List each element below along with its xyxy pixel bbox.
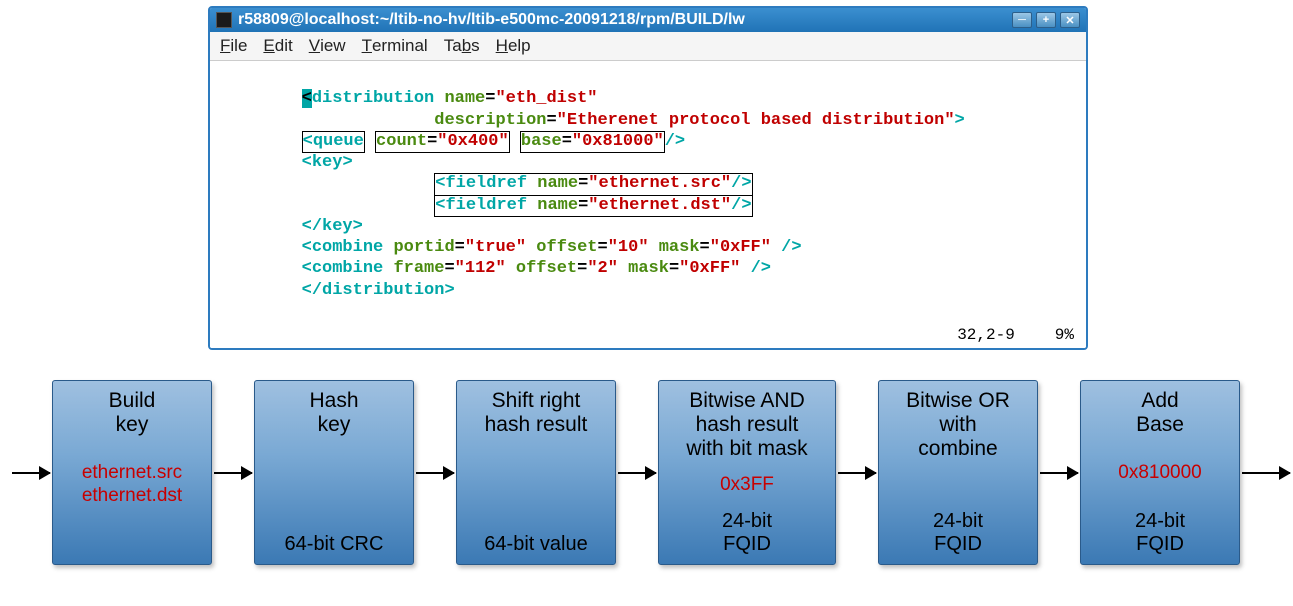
box-red: 0x810000 — [1087, 462, 1233, 485]
box-head: with — [885, 413, 1031, 437]
menu-view[interactable]: View — [309, 36, 346, 56]
box-head: with bit mask — [665, 437, 829, 461]
flow-diagram: Build key ethernet.src ethernet.dst Hash… — [10, 380, 1293, 565]
box-foot — [59, 533, 205, 556]
flow-box-bitwise-or: Bitwise OR with combine 24-bit FQID — [878, 380, 1038, 565]
arrow-in — [12, 472, 50, 474]
box-head: key — [59, 413, 205, 437]
box-head: Add — [1087, 389, 1233, 413]
minimize-button[interactable]: ─ — [1012, 12, 1032, 28]
flow-box-hash-key: Hash key 64-bit CRC — [254, 380, 414, 565]
arrow-icon — [416, 472, 454, 474]
box-head: key — [261, 413, 407, 437]
code-area[interactable]: <distribution name="eth_dist" descriptio… — [210, 61, 1086, 324]
code-line-2: description="Etherenet protocol based di… — [220, 111, 965, 130]
menu-file[interactable]: File — [220, 36, 247, 56]
code-line-3: <queue count="0x400" base="0x81000"/> — [220, 132, 685, 151]
menu-bar: File Edit View Terminal Tabs Help — [210, 32, 1086, 61]
code-line-9: <combine frame="112" offset="2" mask="0x… — [220, 259, 771, 278]
box-head: Bitwise AND — [665, 389, 829, 413]
window-title: r58809@localhost:~/ltib-no-hv/ltib-e500m… — [238, 11, 745, 29]
box-foot: 64-bit CRC — [261, 533, 407, 556]
arrow-icon — [1040, 472, 1078, 474]
close-button[interactable]: ✕ — [1060, 12, 1080, 28]
code-line-7: </key> — [220, 217, 363, 236]
box-head: Hash — [261, 389, 407, 413]
box-foot: FQID — [1087, 533, 1233, 556]
box-foot: FQID — [665, 533, 829, 556]
menu-tabs[interactable]: Tabs — [444, 36, 480, 56]
flow-box-shift-right: Shift right hash result 64-bit value — [456, 380, 616, 565]
scroll-pct: 9% — [1055, 326, 1074, 344]
arrow-icon — [838, 472, 876, 474]
flow-box-build-key: Build key ethernet.src ethernet.dst — [52, 380, 212, 565]
code-line-8: <combine portid="true" offset="10" mask=… — [220, 238, 802, 257]
box-red: 0x3FF — [665, 474, 829, 497]
box-foot: 24-bit — [665, 510, 829, 533]
box-head: combine — [885, 437, 1031, 461]
box-head: Shift right — [463, 389, 609, 413]
code-line-1: <distribution name="eth_dist" — [220, 89, 598, 108]
terminal-window: r58809@localhost:~/ltib-no-hv/ltib-e500m… — [208, 6, 1088, 350]
menu-terminal[interactable]: Terminal — [362, 36, 428, 56]
box-foot: 24-bit — [885, 510, 1031, 533]
arrow-icon — [214, 472, 252, 474]
code-line-5: <fieldref name="ethernet.src"/> — [220, 174, 753, 193]
box-foot: 24-bit — [1087, 510, 1233, 533]
box-head: hash result — [463, 413, 609, 437]
title-bar: r58809@localhost:~/ltib-no-hv/ltib-e500m… — [210, 8, 1086, 32]
arrow-icon — [618, 472, 656, 474]
code-line-4: <key> — [220, 153, 353, 172]
maximize-button[interactable]: + — [1036, 12, 1056, 28]
box-head: Build — [59, 389, 205, 413]
box-head: Base — [1087, 413, 1233, 437]
code-line-6: <fieldref name="ethernet.dst"/> — [220, 196, 753, 215]
menu-help[interactable]: Help — [496, 36, 531, 56]
flow-box-add-base: Add Base 0x810000 24-bit FQID — [1080, 380, 1240, 565]
box-red: ethernet.dst — [59, 485, 205, 508]
arrow-out — [1242, 472, 1290, 474]
box-head: hash result — [665, 413, 829, 437]
box-foot: FQID — [885, 533, 1031, 556]
box-head: Bitwise OR — [885, 389, 1031, 413]
flow-box-bitwise-and: Bitwise AND hash result with bit mask 0x… — [658, 380, 836, 565]
status-bar: 32,2-9 9% — [210, 324, 1086, 348]
box-red: ethernet.src — [59, 462, 205, 485]
menu-edit[interactable]: Edit — [263, 36, 292, 56]
terminal-icon — [216, 12, 232, 28]
code-line-10: </distribution> — [220, 281, 455, 300]
cursor-pos: 32,2-9 — [957, 326, 1015, 344]
box-foot: 64-bit value — [463, 533, 609, 556]
